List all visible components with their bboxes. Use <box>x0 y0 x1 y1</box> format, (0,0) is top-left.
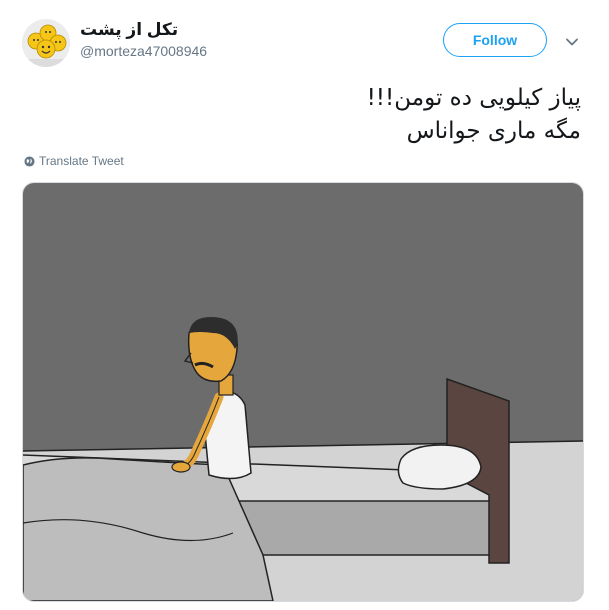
author-name[interactable]: تکل از پشت <box>80 20 178 40</box>
tweet-media-image[interactable] <box>22 182 584 602</box>
tweet-card: تکل از پشت @morteza47008946 Follow پیاز … <box>0 0 609 610</box>
avatar[interactable] <box>22 19 70 67</box>
author-handle[interactable]: @morteza47008946 <box>80 43 207 59</box>
chevron-down-icon[interactable] <box>564 34 580 50</box>
translate-tweet-link[interactable]: Translate Tweet <box>24 154 124 168</box>
tweet-text: پیاز کیلویی ده تومن!!! مگه ماری جواناس <box>81 82 581 148</box>
follow-button[interactable]: Follow <box>443 23 547 57</box>
tweet-text-line: مگه ماری جواناس <box>406 118 581 144</box>
globe-icon <box>24 155 35 167</box>
tweet-text-line: پیاز کیلویی ده تومن!!! <box>366 85 581 111</box>
translate-label: Translate Tweet <box>39 154 124 168</box>
